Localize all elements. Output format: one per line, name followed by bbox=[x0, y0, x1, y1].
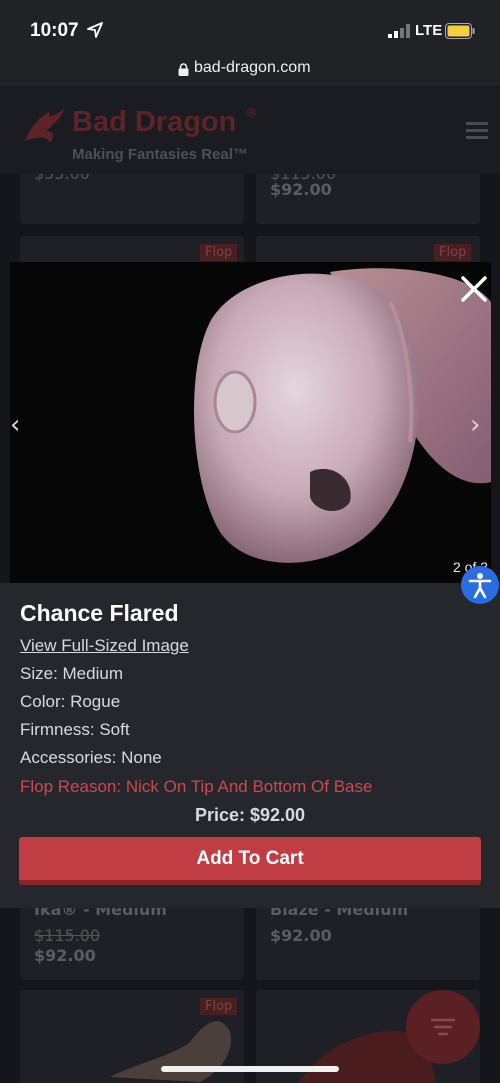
network-label: LTE bbox=[415, 22, 443, 39]
site-header: Bad Dragon ® Making Fantasies Real™ bbox=[0, 86, 500, 174]
url-text: bad-dragon.com bbox=[194, 59, 311, 76]
product-color: Color: Rogue bbox=[20, 692, 121, 711]
status-bar: 10:07 LTE bbox=[0, 0, 500, 56]
flop-badge: Flop bbox=[200, 244, 238, 261]
product-size: Size: Medium bbox=[20, 664, 123, 683]
registered-mark: ® bbox=[245, 106, 258, 121]
product-title: Chance Flared bbox=[20, 600, 179, 626]
dragon-logo-icon[interactable] bbox=[20, 101, 68, 149]
hamburger-menu-icon[interactable] bbox=[466, 122, 488, 140]
signal-strength-icon bbox=[388, 24, 410, 38]
status-time: 10:07 bbox=[30, 20, 79, 41]
card-price: $92.00 bbox=[34, 946, 96, 965]
home-indicator[interactable] bbox=[161, 1066, 339, 1072]
lock-icon bbox=[178, 63, 189, 76]
previous-image-arrow-icon[interactable]: ‹ bbox=[10, 410, 20, 440]
product-accessories: Accessories: None bbox=[20, 748, 162, 767]
flop-reason: Flop Reason: Nick On Tip And Bottom Of B… bbox=[20, 777, 373, 796]
product-image-viewer[interactable] bbox=[10, 262, 491, 583]
product-card[interactable]: $55.00 bbox=[20, 174, 244, 224]
filter-button[interactable] bbox=[406, 990, 480, 1064]
card-price: $92.00 bbox=[270, 926, 332, 945]
card-price: $92.00 bbox=[270, 180, 332, 199]
filter-icon bbox=[430, 1018, 456, 1036]
product-firmness: Firmness: Soft bbox=[20, 720, 130, 739]
card-original-price: $55.00 bbox=[34, 174, 90, 183]
add-to-cart-button[interactable]: Add To Cart bbox=[19, 837, 481, 885]
accessibility-icon bbox=[468, 573, 492, 599]
accessibility-button[interactable] bbox=[461, 566, 499, 604]
view-full-image-link[interactable]: View Full-Sized Image bbox=[20, 636, 189, 656]
product-card[interactable]: $115.00 $92.00 bbox=[256, 174, 480, 224]
card-original-price: $115.00 bbox=[34, 926, 101, 945]
address-bar[interactable]: bad-dragon.com bbox=[0, 56, 500, 86]
product-photo bbox=[10, 262, 491, 583]
battery-icon bbox=[445, 23, 475, 39]
location-arrow-icon bbox=[87, 22, 103, 38]
close-icon[interactable] bbox=[459, 274, 489, 304]
next-image-arrow-icon[interactable]: › bbox=[470, 410, 480, 440]
brand-name: Bad Dragon bbox=[72, 106, 237, 138]
brand-tagline: Making Fantasies Real™ bbox=[72, 146, 248, 163]
product-price: Price: $92.00 bbox=[194, 805, 306, 825]
flop-badge: Flop bbox=[434, 244, 472, 261]
